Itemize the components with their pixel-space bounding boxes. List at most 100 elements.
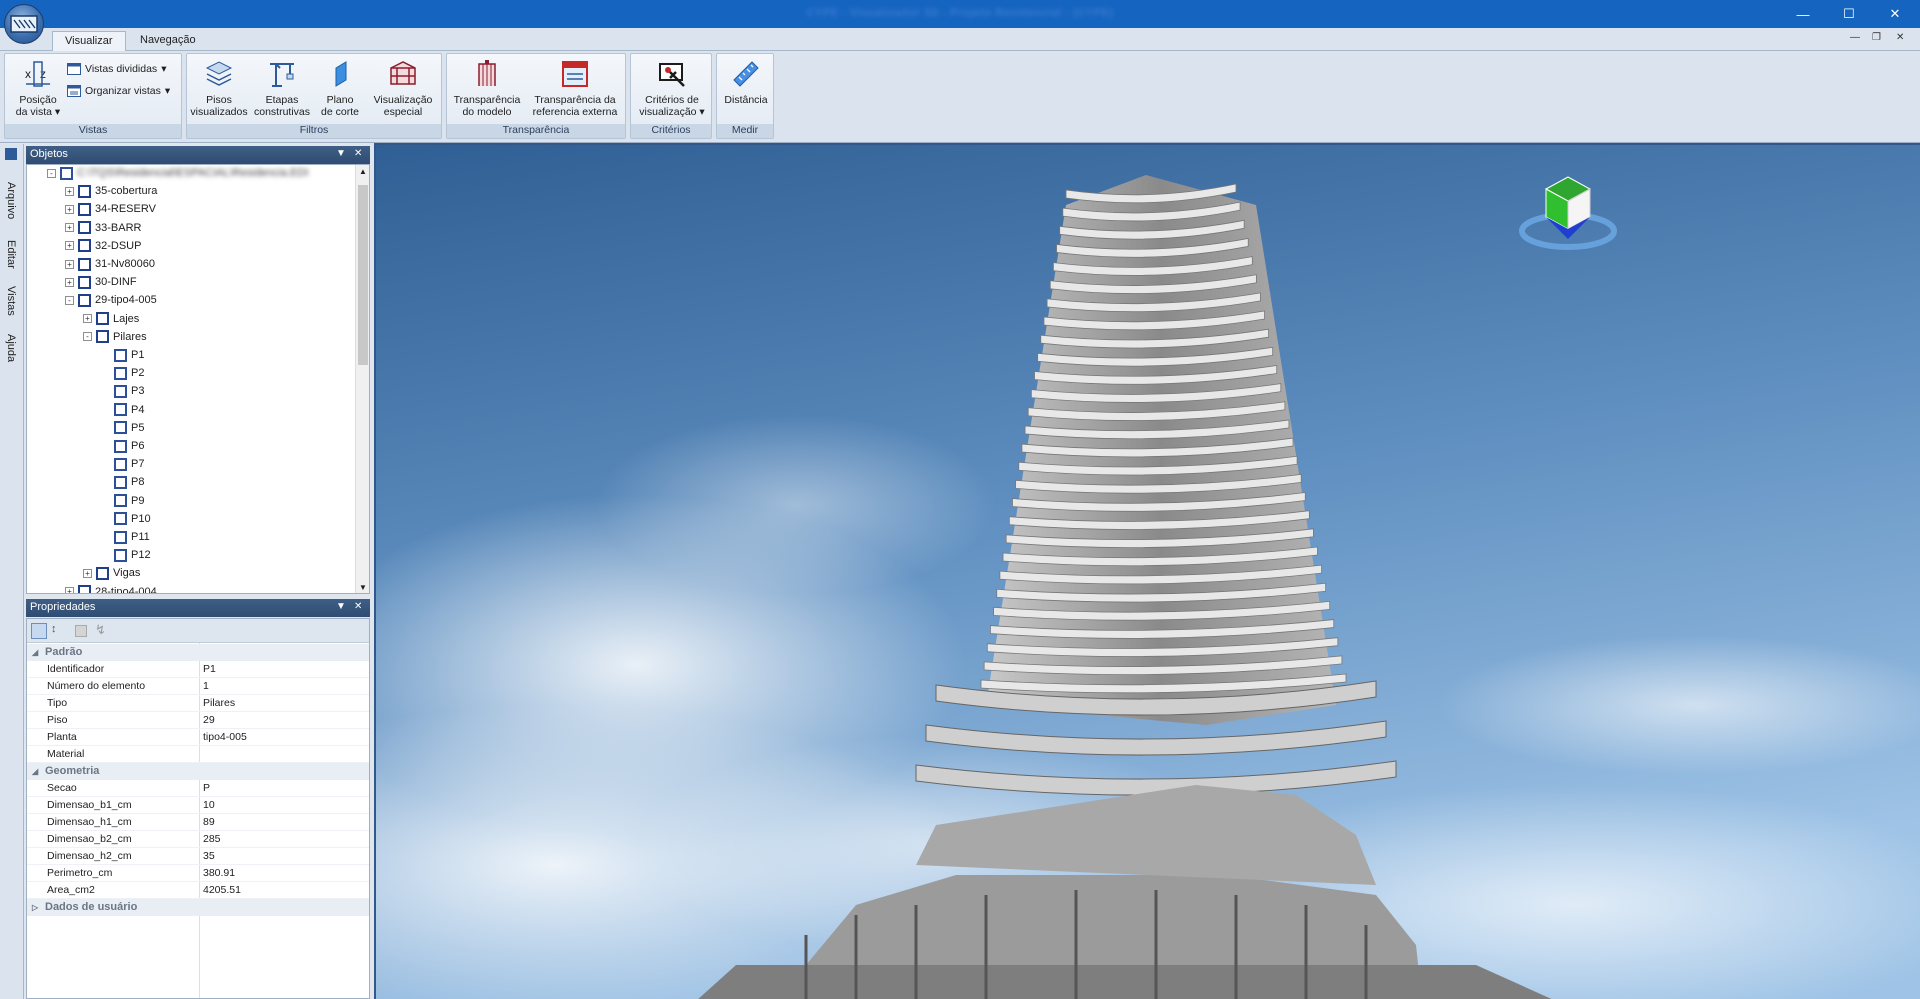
tree-pilar-item[interactable]: P10 — [101, 510, 151, 528]
tree-pilar-item[interactable]: P9 — [101, 492, 144, 510]
organizar-vistas-button[interactable]: Organizar vistas ▾ — [67, 82, 170, 100]
tree-pilar-item[interactable]: P6 — [101, 437, 144, 455]
building-3d-model[interactable] — [376, 145, 1920, 999]
property-row[interactable]: Identificador P1 — [27, 661, 369, 678]
expand-icon[interactable]: + — [65, 587, 74, 593]
panel-close-icon[interactable]: ✕ — [354, 148, 362, 159]
app-menu-button[interactable] — [4, 4, 44, 44]
tree-vigas-item[interactable]: + Vigas — [83, 564, 140, 582]
category-geometria[interactable]: ◢ Geometria — [27, 763, 369, 780]
tree-pilar-item[interactable]: P8 — [101, 473, 144, 491]
minimize-button[interactable]: — — [1780, 0, 1826, 28]
tree-floor-item[interactable]: +31-Nv80060 — [65, 255, 155, 273]
etapas-construtivas-button[interactable]: Etapas construtivas — [251, 58, 313, 118]
tree-floor-item[interactable]: +32-DSUP — [65, 237, 141, 255]
property-value[interactable]: 29 — [203, 712, 215, 729]
plano-corte-button[interactable]: Plano de corte — [315, 58, 365, 118]
collapse-arrow-icon[interactable]: ◢ — [32, 763, 38, 780]
expand-icon[interactable]: + — [65, 259, 74, 269]
collapse-arrow-icon[interactable]: ◢ — [32, 644, 38, 661]
expand-icon[interactable]: + — [65, 186, 74, 196]
tree-floor-item[interactable]: +30-DINF — [65, 273, 137, 291]
collapse-icon[interactable]: - — [65, 295, 74, 305]
property-pages-icon[interactable] — [75, 625, 87, 637]
transparencia-modelo-button[interactable]: Transparência do modelo — [449, 58, 525, 118]
tree-pilar-item[interactable]: P4 — [101, 401, 144, 419]
expand-arrow-icon[interactable]: ▷ — [32, 899, 38, 916]
tree-floor-item[interactable]: +34-RESERV — [65, 200, 156, 218]
expand-icon[interactable]: + — [65, 277, 74, 287]
panel-menu-icon[interactable]: ▼ — [336, 601, 346, 612]
categorized-icon[interactable] — [31, 623, 47, 639]
scroll-up-icon[interactable]: ▲ — [359, 167, 367, 176]
property-row[interactable]: Tipo Pilares — [27, 695, 369, 712]
tree-root[interactable]: - C:\TQS\Residencial\ESPACIAL\Residencia.… — [47, 165, 309, 182]
pisos-visualizados-button[interactable]: Pisos visualizados — [189, 58, 249, 118]
property-row[interactable]: Dimensao_b2_cm 285 — [27, 831, 369, 848]
posicao-vista-button[interactable]: x z Posição da vista ▾ — [9, 58, 67, 118]
tab-visualizar[interactable]: Visualizar — [52, 31, 126, 51]
property-value[interactable]: 35 — [203, 848, 215, 865]
tree-pilar-item[interactable]: P7 — [101, 455, 144, 473]
collapse-icon[interactable]: - — [47, 168, 56, 178]
property-value[interactable]: tipo4-005 — [203, 729, 247, 746]
sort-az-icon[interactable]: ↕ — [51, 623, 57, 635]
side-tab-ajuda[interactable]: Ajuda — [5, 334, 17, 362]
vistas-divididas-button[interactable]: Vistas divididas ▾ — [67, 60, 166, 78]
side-tab-arquivo[interactable]: Arquivo — [5, 182, 17, 219]
property-row[interactable]: Material — [27, 746, 369, 763]
property-row[interactable]: Dimensao_h1_cm 89 — [27, 814, 369, 831]
tree-floor-item[interactable]: +35-cobertura — [65, 182, 157, 200]
mdi-close-icon[interactable]: ✕ — [1896, 32, 1904, 43]
property-row[interactable]: Area_cm2 4205.51 — [27, 882, 369, 899]
collapse-icon[interactable]: - — [83, 332, 92, 342]
category-padrao[interactable]: ◢ Padrão — [27, 644, 369, 661]
tree-pilar-item[interactable]: P2 — [101, 364, 144, 382]
tree-pilar-item[interactable]: P12 — [101, 546, 151, 564]
criterios-visualizacao-button[interactable]: Critérios de visualização ▾ — [633, 58, 711, 118]
property-row[interactable]: Número do elemento 1 — [27, 678, 369, 695]
property-value[interactable]: 1 — [203, 678, 209, 695]
expand-icon[interactable]: + — [83, 314, 92, 324]
property-value[interactable]: P1 — [203, 661, 216, 678]
3d-viewport[interactable] — [374, 143, 1920, 999]
tree-scroll-thumb[interactable] — [358, 185, 368, 365]
property-row[interactable]: Dimensao_h2_cm 35 — [27, 848, 369, 865]
scroll-down-icon[interactable]: ▼ — [359, 583, 367, 592]
property-value[interactable]: 380.91 — [203, 865, 235, 882]
side-tab-vistas[interactable]: Vistas — [5, 286, 17, 316]
tree-scrollbar[interactable]: ▲ ▼ — [355, 165, 369, 593]
property-row[interactable]: Planta tipo4-005 — [27, 729, 369, 746]
maximize-button[interactable]: ☐ — [1826, 0, 1872, 28]
distancia-button[interactable]: Distância — [719, 58, 773, 106]
tree-pilar-item[interactable]: P3 — [101, 382, 144, 400]
mdi-minimize-icon[interactable]: — — [1850, 32, 1860, 43]
panel-close-icon[interactable]: ✕ — [354, 601, 362, 612]
tree-pilares-item[interactable]: - Pilares — [83, 328, 147, 346]
expand-icon[interactable]: + — [65, 204, 74, 214]
panel-menu-icon[interactable]: ▼ — [336, 148, 346, 159]
property-row[interactable]: Perimetro_cm 380.91 — [27, 865, 369, 882]
events-icon[interactable]: ↯ — [95, 622, 106, 638]
category-dados-usuario[interactable]: ▷ Dados de usuário — [27, 899, 369, 916]
close-button[interactable]: ✕ — [1872, 0, 1918, 28]
expand-icon[interactable]: + — [65, 241, 74, 251]
tree-floor-item[interactable]: +33-BARR — [65, 219, 141, 237]
property-value[interactable]: 285 — [203, 831, 221, 848]
property-value[interactable]: 89 — [203, 814, 215, 831]
expand-icon[interactable]: + — [65, 223, 74, 233]
tree-floor-item[interactable]: +28-tipo4-004 — [65, 583, 157, 593]
tree-floor-item[interactable]: - 29-tipo4-005 — [65, 291, 157, 309]
tree-pilar-item[interactable]: P1 — [101, 346, 144, 364]
property-value[interactable]: 10 — [203, 797, 215, 814]
expand-icon[interactable]: + — [83, 568, 92, 578]
mdi-restore-icon[interactable]: ❐ — [1872, 32, 1881, 43]
transparencia-referencia-button[interactable]: Transparência da referencia externa — [527, 58, 623, 118]
property-row[interactable]: Secao P — [27, 780, 369, 797]
property-row[interactable]: Piso 29 — [27, 712, 369, 729]
property-value[interactable]: Pilares — [203, 695, 235, 712]
tab-navegacao[interactable]: Navegação — [128, 31, 208, 51]
visualizacao-especial-button[interactable]: Visualização especial — [367, 58, 439, 118]
tree-pilar-item[interactable]: P11 — [101, 528, 150, 546]
tree-lajes-item[interactable]: + Lajes — [83, 310, 139, 328]
